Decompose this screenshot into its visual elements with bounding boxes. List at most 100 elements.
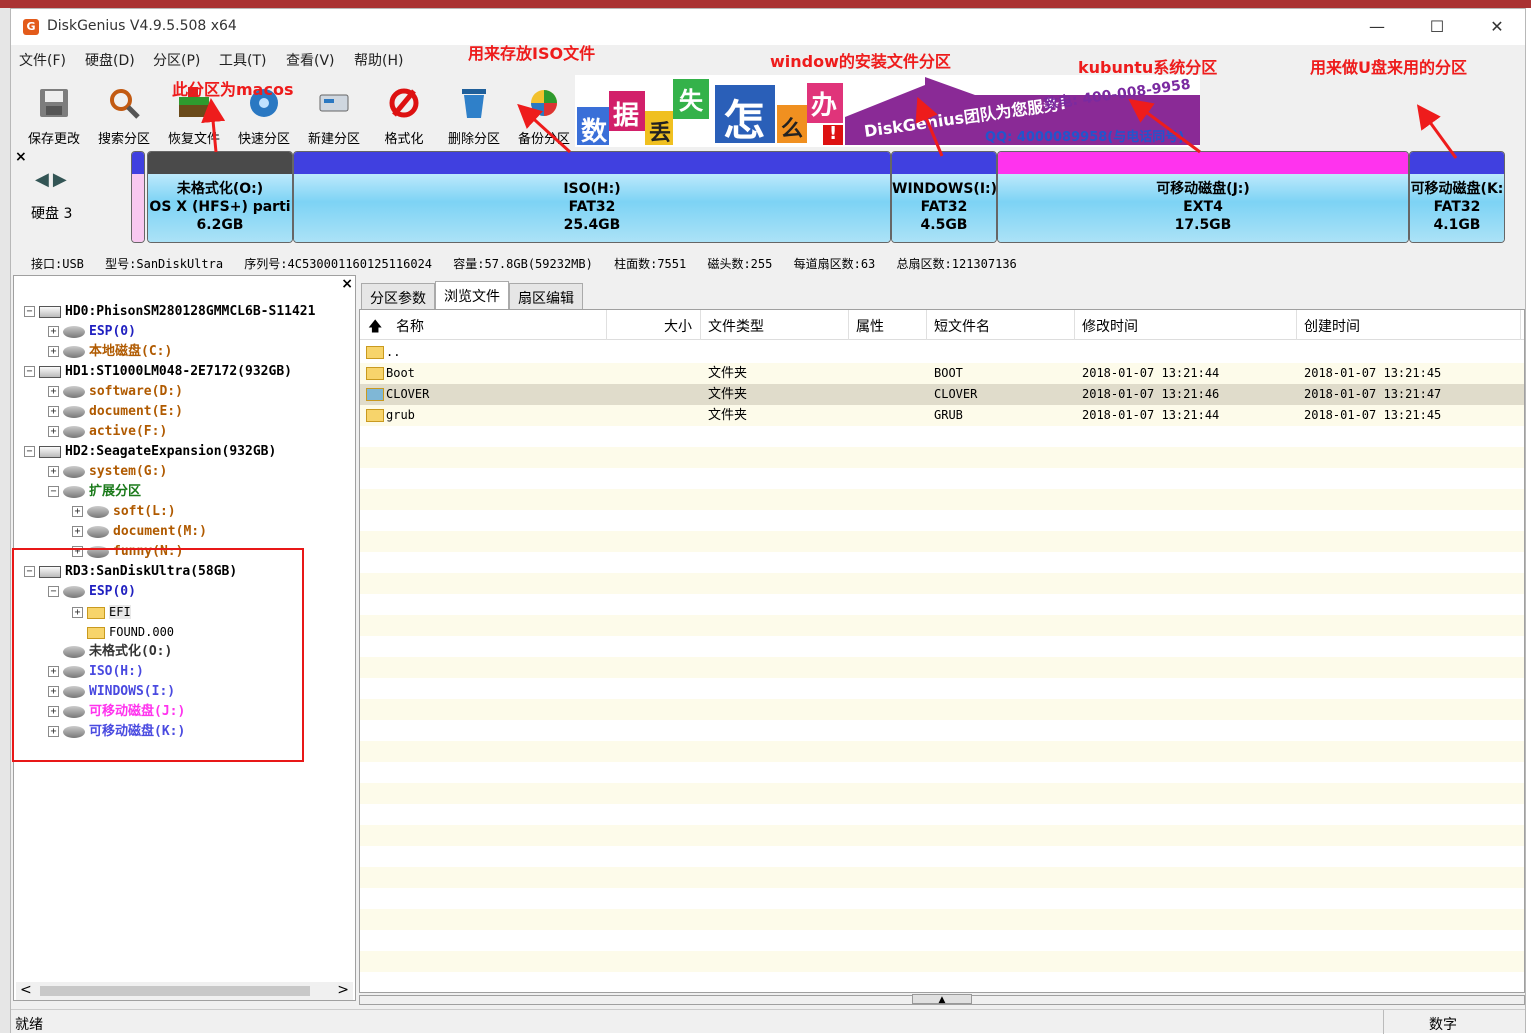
row-stripe <box>360 447 1524 468</box>
cell-created: 2018-01-07 13:21:47 <box>1304 387 1442 401</box>
tree-partition-node[interactable]: + document(E:) <box>48 402 183 422</box>
col-name[interactable]: 名称 <box>396 316 424 336</box>
expand-toggle-icon[interactable]: + <box>48 466 59 477</box>
numlock-indicator: 数字 <box>1429 1017 1457 1033</box>
hard-disk-icon <box>39 445 61 458</box>
expand-toggle-icon[interactable]: + <box>48 326 59 337</box>
tree-node-label: document(M:) <box>113 524 207 539</box>
cell-name: .. <box>386 345 401 359</box>
cell-short: BOOT <box>934 366 963 380</box>
row-stripe <box>360 615 1524 636</box>
expand-toggle-icon[interactable]: + <box>48 406 59 417</box>
row-stripe <box>360 699 1524 720</box>
tree-node-label: HD0:PhisonSM280128GMMCL6B-S11421 <box>65 304 316 319</box>
status-text: 就绪 <box>15 1017 43 1033</box>
tree-node-label: soft(L:) <box>113 504 176 519</box>
row-stripe <box>360 657 1524 678</box>
partition-icon <box>87 525 109 538</box>
row-stripe <box>360 531 1524 552</box>
arrow-iso <box>517 103 572 154</box>
tree-disk-node[interactable]: − HD2:SeagateExpansion(932GB) <box>24 442 276 462</box>
arrow-windows <box>915 96 944 157</box>
tree-node-label: 扩展分区 <box>89 484 142 499</box>
col-size[interactable]: 大小 <box>664 316 692 336</box>
file-row[interactable]: .. <box>360 342 1524 363</box>
file-row[interactable]: Boot 文件夹 BOOT 2018-01-07 13:21:44 2018-01-07… <box>360 363 1524 384</box>
tree-partition-node[interactable]: + active(F:) <box>48 422 167 442</box>
tab-partition-params[interactable]: 分区参数 <box>361 283 435 309</box>
cell-name: Boot <box>386 366 415 380</box>
expand-toggle-icon[interactable]: + <box>48 386 59 397</box>
tree-node-label: system(G:) <box>89 464 168 479</box>
tree-node-label: software(D:) <box>89 384 183 399</box>
scroll-right-icon[interactable]: > <box>337 982 349 998</box>
tab-sector-editor[interactable]: 扇区编辑 <box>509 283 583 309</box>
partition-icon <box>63 465 85 478</box>
tree-node-label: HD2:SeagateExpansion(932GB) <box>65 444 277 459</box>
col-short-name[interactable]: 短文件名 <box>934 316 990 336</box>
row-stripe <box>360 489 1524 510</box>
file-row[interactable]: grub 文件夹 GRUB 2018-01-07 13:21:44 2018-01-07… <box>360 405 1524 426</box>
folder-icon <box>366 346 384 359</box>
cell-modified: 2018-01-07 13:21:44 <box>1082 366 1220 380</box>
cell-name: grub <box>386 408 415 422</box>
cell-type: 文件夹 <box>708 366 748 381</box>
scroll-thumb[interactable] <box>40 986 310 996</box>
tab-browse-files[interactable]: 浏览文件 <box>435 281 509 309</box>
expand-toggle-icon[interactable]: − <box>24 366 35 377</box>
panel-splitter[interactable]: ▲ <box>359 994 1525 1005</box>
tree-partition-node[interactable]: − 扩展分区 <box>48 482 141 502</box>
expand-toggle-icon[interactable]: − <box>24 446 35 457</box>
row-stripe <box>360 867 1524 888</box>
close-icon[interactable]: × <box>341 276 353 292</box>
tree-node-label: 本地磁盘(C:) <box>89 344 173 359</box>
right-panel: 分区参数 浏览文件 扇区编辑 🡅 名称 大小 文件类型 属性 短文件名 修改时间… <box>359 275 1525 1005</box>
expand-toggle-icon[interactable]: − <box>48 486 59 497</box>
horizontal-scrollbar[interactable]: < > <box>16 982 353 1000</box>
tree-disk-node[interactable]: − HD0:PhisonSM280128GMMCL6B-S11421 <box>24 302 315 322</box>
partition-icon <box>87 505 109 518</box>
col-created[interactable]: 创建时间 <box>1304 316 1360 336</box>
row-stripe <box>360 573 1524 594</box>
expand-toggle-icon[interactable]: + <box>72 526 83 537</box>
expand-toggle-icon[interactable]: + <box>72 506 83 517</box>
partition-icon <box>63 485 85 498</box>
folder-icon <box>366 367 384 380</box>
file-row[interactable]: CLOVER 文件夹 CLOVER 2018-01-07 13:21:46 2018-0… <box>360 384 1524 405</box>
partition-icon <box>63 345 85 358</box>
arrow-macos <box>201 98 226 153</box>
scroll-left-icon[interactable]: < <box>20 982 32 998</box>
col-modified[interactable]: 修改时间 <box>1082 316 1138 336</box>
tree-node-label: HD1:ST1000LM048-2E7172(932GB) <box>65 364 292 379</box>
tree-partition-node[interactable]: + ESP(0) <box>48 322 136 342</box>
hard-disk-icon <box>39 365 61 378</box>
partition-icon <box>63 405 85 418</box>
row-stripe <box>360 741 1524 762</box>
row-stripe <box>360 951 1524 972</box>
expand-toggle-icon[interactable]: + <box>48 346 59 357</box>
cell-created: 2018-01-07 13:21:45 <box>1304 408 1442 422</box>
col-type[interactable]: 文件类型 <box>708 316 764 336</box>
splitter-up-icon[interactable]: ▲ <box>912 994 972 1005</box>
tree-partition-node[interactable]: + software(D:) <box>48 382 183 402</box>
annotation-arrows <box>201 96 1458 159</box>
tree-node-label: active(F:) <box>89 424 168 439</box>
expand-toggle-icon[interactable]: − <box>24 306 35 317</box>
tree-partition-node[interactable]: + document(M:) <box>72 522 207 542</box>
partition-icon <box>63 425 85 438</box>
tree-partition-node[interactable]: + system(G:) <box>48 462 167 482</box>
tree-partition-node[interactable]: + soft(L:) <box>72 502 176 522</box>
up-arrow-icon[interactable]: 🡅 <box>368 316 382 340</box>
partition-icon <box>63 325 85 338</box>
tree-disk-node[interactable]: − HD1:ST1000LM048-2E7172(932GB) <box>24 362 292 382</box>
file-list: 🡅 名称 大小 文件类型 属性 短文件名 修改时间 创建时间 .. Boot 文件夹… <box>359 309 1525 993</box>
tree-node-label: document(E:) <box>89 404 183 419</box>
cell-created: 2018-01-07 13:21:45 <box>1304 366 1442 380</box>
expand-toggle-icon[interactable]: + <box>48 426 59 437</box>
row-stripe <box>360 825 1524 846</box>
col-attr[interactable]: 属性 <box>856 316 884 336</box>
tree-partition-node[interactable]: + 本地磁盘(C:) <box>48 342 172 362</box>
file-list-header: 🡅 名称 大小 文件类型 属性 短文件名 修改时间 创建时间 <box>360 310 1524 340</box>
folder-icon <box>366 388 384 401</box>
hard-disk-icon <box>39 305 61 318</box>
